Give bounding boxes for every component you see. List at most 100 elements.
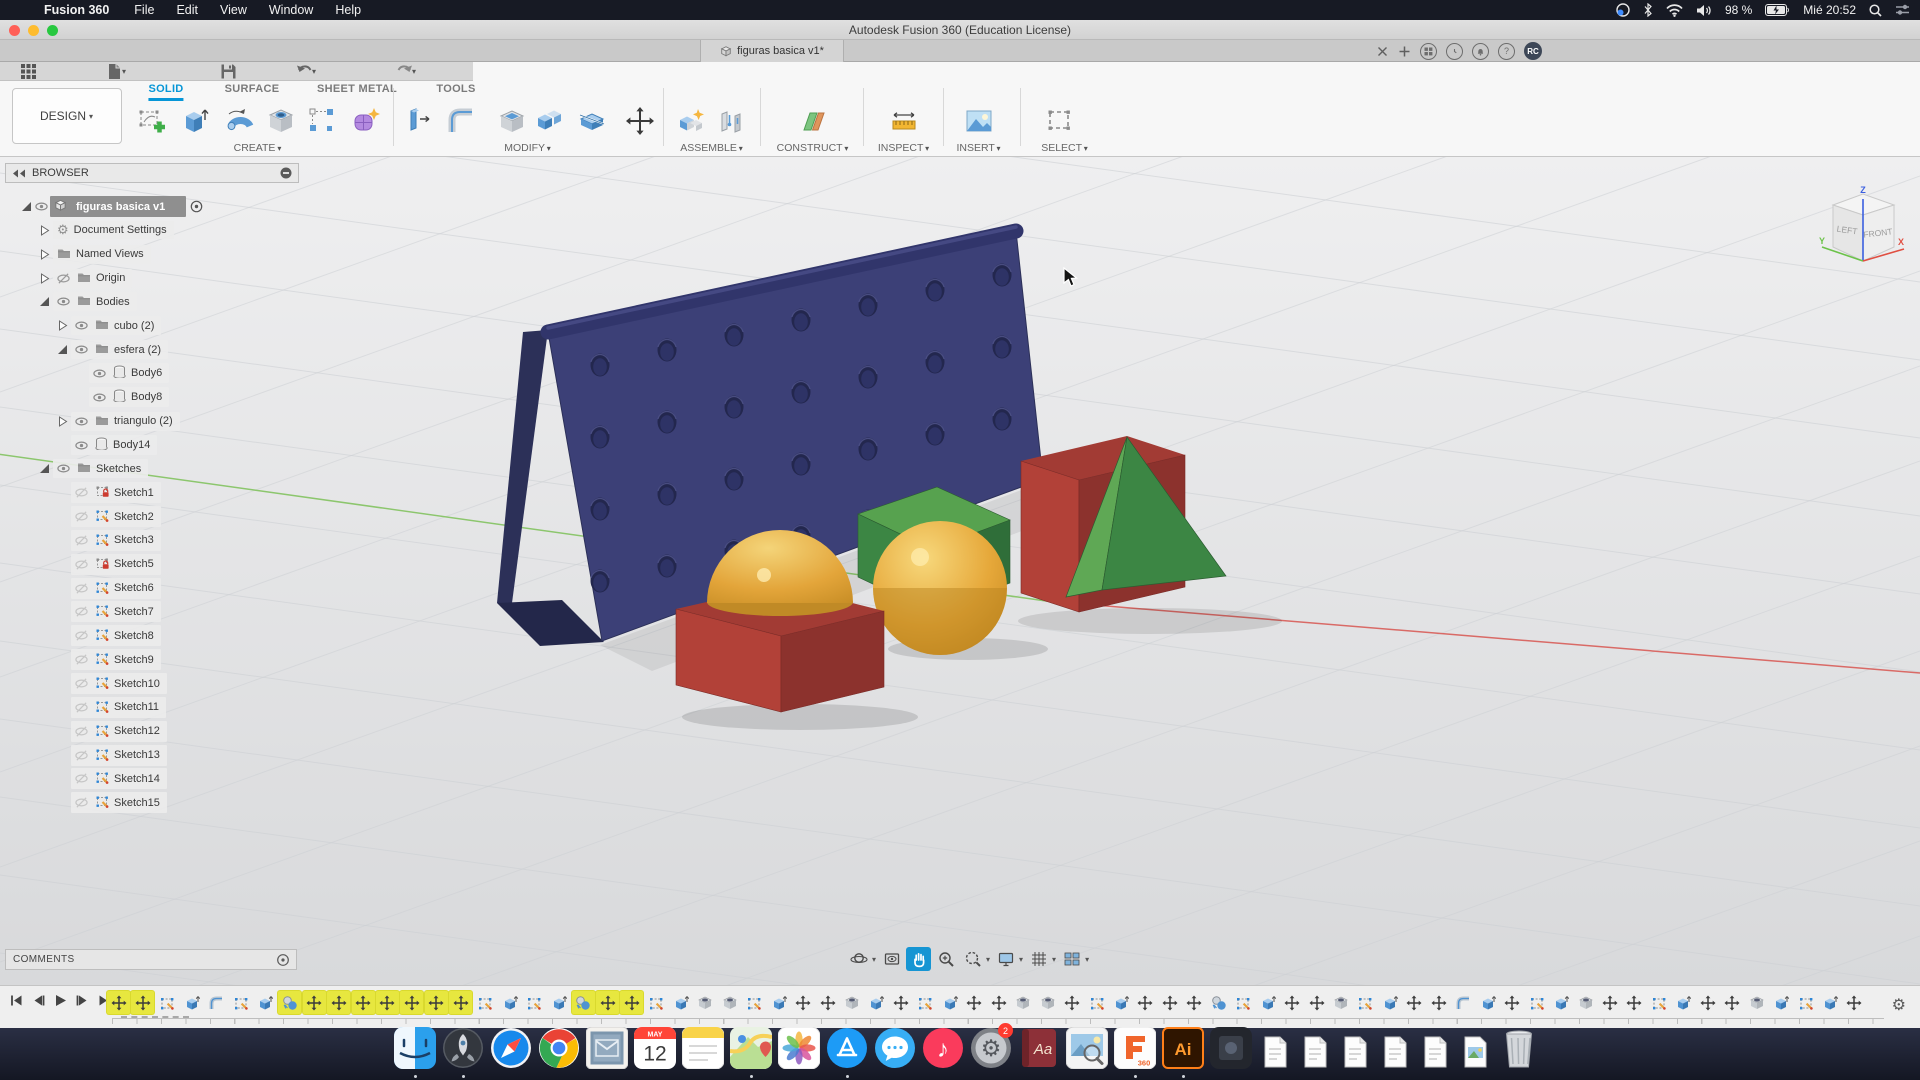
extrude-feature[interactable] bbox=[1476, 991, 1499, 1014]
activate-component-icon[interactable] bbox=[190, 200, 203, 213]
visibility-eye-icon[interactable] bbox=[75, 440, 88, 451]
hole-feature[interactable] bbox=[841, 991, 864, 1014]
menu-item-window[interactable]: Window bbox=[269, 3, 313, 17]
press-pull-tool-button[interactable] bbox=[402, 104, 436, 138]
move-feature[interactable] bbox=[1623, 991, 1646, 1014]
extrude-feature[interactable] bbox=[1672, 991, 1695, 1014]
move-feature[interactable] bbox=[792, 991, 815, 1014]
tree-item-chip[interactable]: triangulo (2) bbox=[71, 411, 180, 431]
dock-app-mail[interactable] bbox=[585, 1026, 629, 1079]
measure-tool-button[interactable] bbox=[887, 104, 921, 138]
tree-item-chip[interactable]: Origin bbox=[53, 268, 133, 288]
tree-item-chip[interactable]: Body14 bbox=[71, 435, 158, 455]
dock-app-document-5[interactable] bbox=[1417, 1035, 1453, 1079]
volume-icon[interactable] bbox=[1696, 4, 1712, 17]
dock-app-dark-app[interactable] bbox=[1209, 1027, 1253, 1079]
tree-item-chip[interactable]: Bodies bbox=[53, 292, 137, 312]
hole-tool-button[interactable] bbox=[264, 104, 298, 138]
workspace-selector-design[interactable]: DESIGN ▾ bbox=[12, 88, 122, 144]
display-settings-tool-button[interactable] bbox=[993, 947, 1018, 971]
expand-closed-icon[interactable] bbox=[38, 248, 51, 260]
visibility-eye-icon[interactable] bbox=[75, 702, 88, 713]
tree-item-body8[interactable]: Body8 bbox=[74, 387, 170, 408]
tree-item-chip[interactable]: Sketch8 bbox=[71, 625, 161, 647]
extrude-feature[interactable] bbox=[180, 991, 203, 1014]
visibility-eye-icon[interactable] bbox=[75, 726, 88, 737]
joint-tool-button[interactable] bbox=[715, 104, 749, 138]
menu-item-view[interactable]: View bbox=[220, 3, 247, 17]
visibility-eye-icon[interactable] bbox=[75, 344, 88, 355]
expand-open-icon[interactable] bbox=[38, 296, 51, 307]
tree-item-chip[interactable]: cubo (2) bbox=[71, 316, 162, 336]
browser-header[interactable]: BROWSER bbox=[5, 163, 299, 183]
extrude-feature[interactable] bbox=[498, 991, 521, 1014]
visibility-eye-icon[interactable] bbox=[93, 392, 106, 403]
dock-app-finder[interactable] bbox=[393, 1027, 437, 1079]
copy-component-feature[interactable] bbox=[571, 991, 595, 1014]
orbit-dropdown-caret[interactable]: ▾ bbox=[872, 955, 876, 964]
user-switch-icon[interactable] bbox=[1616, 3, 1630, 17]
move-feature[interactable] bbox=[1403, 991, 1426, 1014]
collapse-panel-icon[interactable] bbox=[12, 169, 26, 178]
tree-item-chip[interactable]: Sketch2 bbox=[71, 506, 161, 528]
menu-item-help[interactable]: Help bbox=[335, 3, 361, 17]
document-tab[interactable]: figuras basica v1* bbox=[700, 40, 844, 62]
hole-feature[interactable] bbox=[1330, 991, 1353, 1014]
tree-item-figuras-basica-v1[interactable]: figuras basica v1 bbox=[20, 196, 205, 217]
dock-app-maps[interactable] bbox=[729, 1027, 773, 1079]
tree-item-chip[interactable]: Sketch11 bbox=[71, 696, 167, 718]
sketch-feature[interactable] bbox=[1085, 991, 1108, 1014]
tree-item-chip[interactable]: esfera (2) bbox=[71, 340, 169, 360]
move-feature[interactable] bbox=[1281, 991, 1304, 1014]
tree-item-bodies[interactable]: Bodies bbox=[38, 291, 137, 312]
ribbon-tab-surface[interactable]: SURFACE bbox=[225, 83, 280, 98]
tree-item-sketches[interactable]: Sketches bbox=[38, 458, 149, 479]
new-component-tool-button[interactable] bbox=[674, 104, 708, 138]
dock-app-messages[interactable] bbox=[873, 1027, 917, 1079]
visibility-eye-icon[interactable] bbox=[75, 511, 88, 522]
dock-app-app-store[interactable] bbox=[825, 1027, 869, 1079]
tree-item-sketch7[interactable]: Sketch7 bbox=[56, 601, 161, 623]
comments-bar[interactable]: COMMENTS bbox=[5, 949, 297, 970]
dock-app-preview[interactable] bbox=[1065, 1026, 1109, 1079]
insert-image-tool-button[interactable] bbox=[962, 104, 996, 138]
move-feature[interactable] bbox=[987, 991, 1010, 1014]
close-tab-icon[interactable] bbox=[1376, 45, 1389, 58]
copy-component-feature[interactable] bbox=[278, 991, 302, 1014]
visibility-eye-icon[interactable] bbox=[75, 630, 88, 641]
extensions-icon[interactable] bbox=[1420, 42, 1437, 60]
tree-item-chip[interactable]: Sketch6 bbox=[71, 577, 161, 599]
ribbon-group-label-select[interactable]: SELECT ▾ bbox=[1041, 142, 1089, 154]
ribbon-group-label-inspect[interactable]: INSPECT ▾ bbox=[878, 142, 930, 154]
move-feature[interactable] bbox=[889, 991, 912, 1014]
undo-icon[interactable]: ▾ bbox=[296, 63, 317, 80]
move-feature[interactable] bbox=[1061, 991, 1084, 1014]
tree-item-chip[interactable]: Sketches bbox=[53, 459, 149, 479]
move-feature[interactable] bbox=[596, 991, 619, 1014]
extrude-feature[interactable] bbox=[669, 991, 692, 1014]
visibility-eye-icon[interactable] bbox=[75, 583, 88, 594]
panel-display-toggle-icon[interactable] bbox=[280, 167, 292, 179]
sketch-feature[interactable] bbox=[523, 991, 546, 1014]
move-feature[interactable] bbox=[1721, 991, 1744, 1014]
notifications-bell-icon[interactable] bbox=[1472, 42, 1489, 60]
sketch-feature[interactable] bbox=[1354, 991, 1377, 1014]
dock-app-calendar[interactable]: MAY 12 bbox=[633, 1027, 677, 1079]
tree-item-sketch10[interactable]: Sketch10 bbox=[56, 673, 167, 694]
tree-item-named-views[interactable]: Named Views bbox=[38, 244, 151, 265]
menu-item-edit[interactable]: Edit bbox=[176, 3, 198, 17]
job-status-icon[interactable] bbox=[1446, 42, 1463, 60]
hole-feature[interactable] bbox=[694, 991, 717, 1014]
look-at-tool-button[interactable] bbox=[879, 947, 904, 971]
fillet-tool-button[interactable] bbox=[445, 104, 479, 138]
tree-item-sketch5[interactable]: Sketch5 bbox=[56, 553, 161, 575]
move-feature[interactable] bbox=[1843, 991, 1866, 1014]
tree-item-body14[interactable]: Body14 bbox=[56, 435, 158, 456]
yellow-sphere-body[interactable] bbox=[873, 521, 1007, 655]
copy-component-feature[interactable] bbox=[1207, 991, 1230, 1014]
visibility-eye-icon[interactable] bbox=[75, 487, 88, 498]
dock-app-fusion-360[interactable]: 360 bbox=[1113, 1026, 1157, 1079]
hole-feature[interactable] bbox=[1036, 991, 1059, 1014]
visibility-eye-icon[interactable] bbox=[57, 296, 70, 307]
visibility-eye-icon[interactable] bbox=[35, 201, 48, 212]
